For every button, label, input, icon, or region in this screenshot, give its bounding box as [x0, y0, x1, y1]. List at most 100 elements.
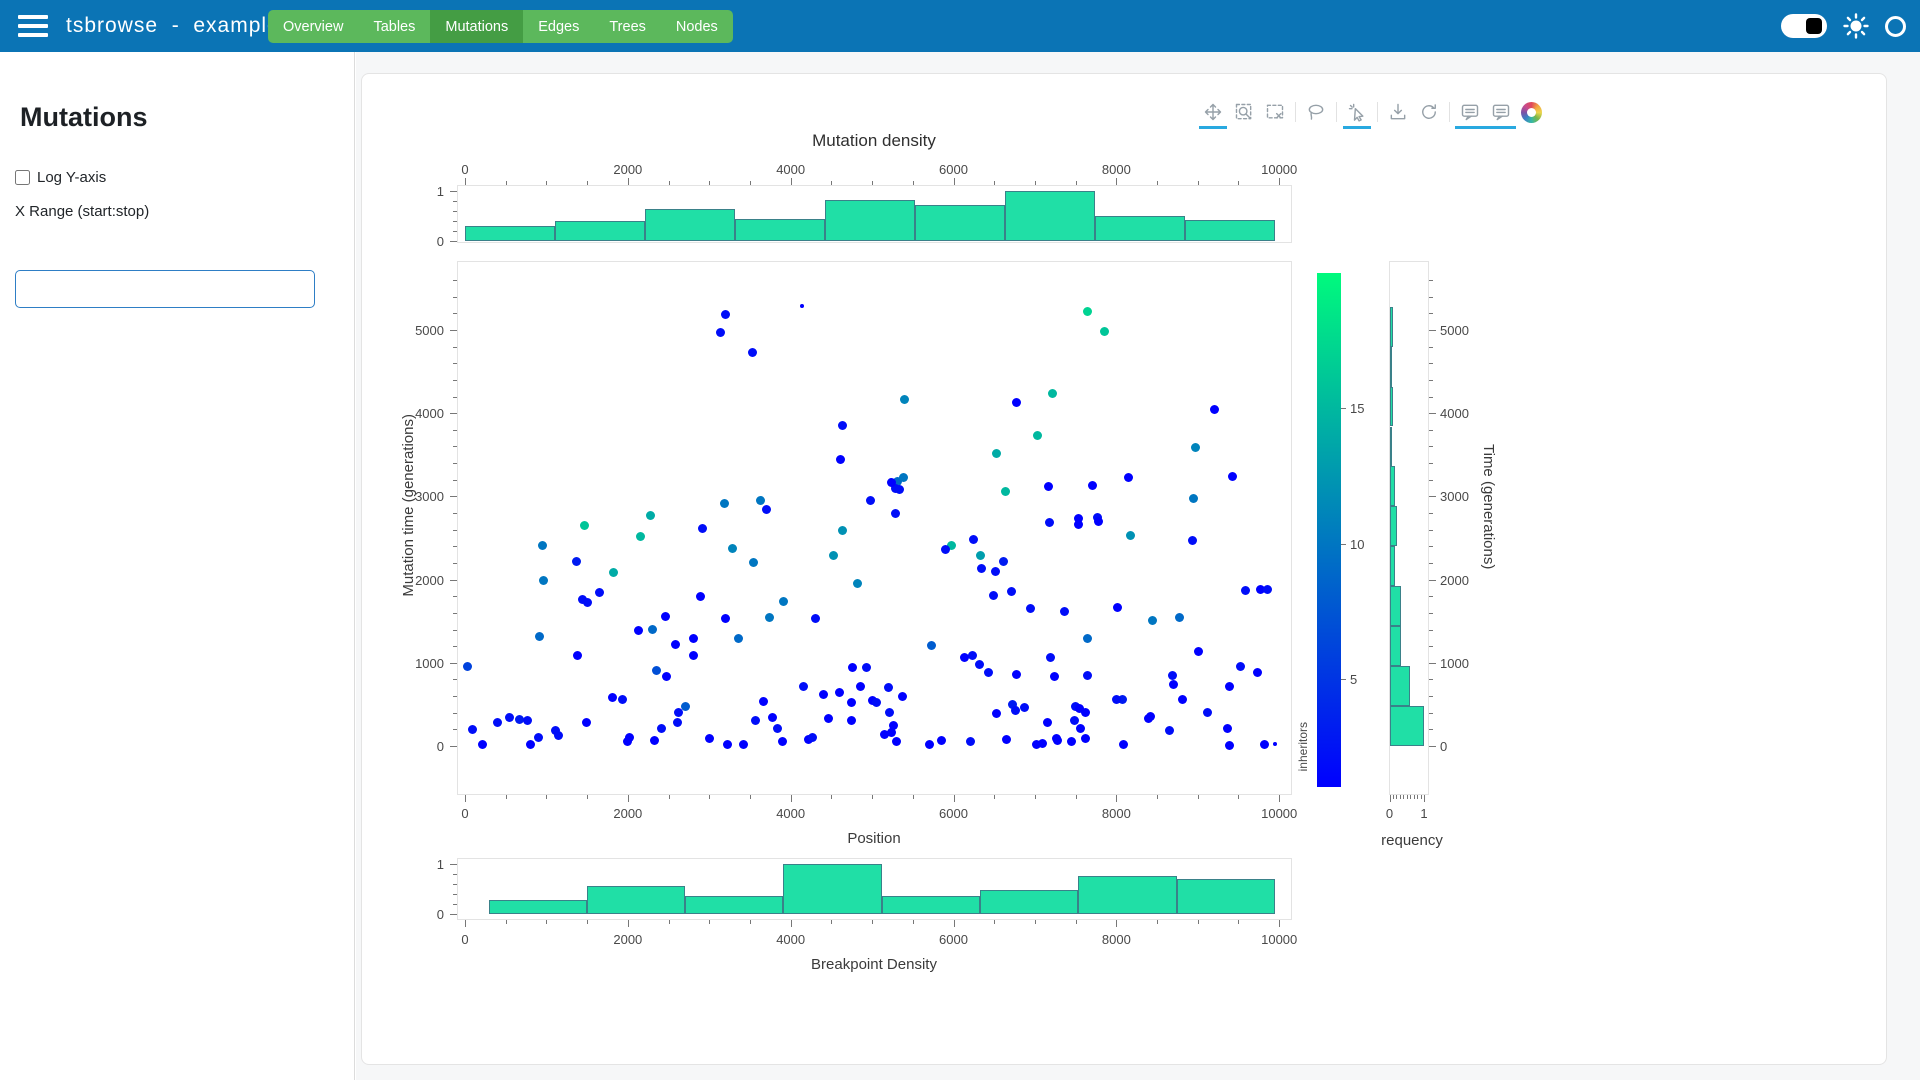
axis-tick-label: 10000	[1249, 162, 1309, 177]
hover-tool-icon[interactable]	[1459, 99, 1481, 125]
axis-tick	[954, 920, 955, 927]
axis-tick	[453, 463, 457, 464]
axis-tick	[1429, 630, 1433, 631]
axis-tick	[453, 221, 457, 222]
scatter-point	[505, 713, 514, 722]
axis-tick	[546, 795, 547, 799]
box-zoom-tool-icon[interactable]	[1233, 99, 1255, 125]
axis-tick	[450, 191, 457, 192]
tap-tool-icon[interactable]	[1346, 99, 1368, 125]
top-hist-bar	[825, 200, 915, 241]
lasso-select-tool-icon[interactable]	[1305, 99, 1327, 125]
axis-tick	[1429, 613, 1433, 614]
scatter-point	[1081, 734, 1090, 743]
axis-tick	[1279, 920, 1280, 927]
tab-nodes[interactable]: Nodes	[661, 10, 733, 43]
colorbar-title: inheritors	[1296, 722, 1310, 771]
axis-tick-label: 4000	[384, 406, 444, 421]
scatter-point	[595, 588, 604, 597]
axis-tick	[1410, 795, 1411, 799]
axis-tick	[831, 920, 832, 924]
axis-tick	[831, 181, 832, 185]
axis-tick	[1076, 181, 1077, 185]
scatter-point	[1225, 741, 1234, 750]
app-header: tsbrowse - example OverviewTablesMutatio…	[0, 0, 1920, 52]
bokeh-logo-icon[interactable]	[1521, 102, 1542, 123]
axis-tick-label: 1000	[1440, 656, 1500, 671]
scatter-x-axis-title: Position	[457, 830, 1291, 847]
axis-tick-label: 2000	[598, 162, 658, 177]
axis-tick	[453, 613, 457, 614]
axis-tick-label: 8000	[1086, 162, 1146, 177]
tab-mutations[interactable]: Mutations	[430, 10, 523, 43]
axis-tick	[1035, 920, 1036, 924]
axis-tick	[453, 884, 457, 885]
pan-tool-icon[interactable]	[1202, 99, 1224, 125]
scatter-point	[689, 634, 698, 643]
scatter-point	[657, 724, 666, 733]
top-hist-bar	[465, 226, 555, 241]
scatter-point	[1053, 736, 1062, 745]
axis-tick-label: 4000	[1440, 406, 1500, 421]
axis-tick-label: 4000	[761, 806, 821, 821]
axis-tick	[1429, 280, 1433, 281]
menu-icon[interactable]	[18, 15, 48, 37]
scatter-point	[835, 688, 844, 697]
axis-tick	[994, 181, 995, 185]
axis-tick	[453, 596, 457, 597]
scatter-point	[887, 478, 896, 487]
axis-tick	[954, 795, 955, 802]
top-hist-bar	[645, 209, 735, 242]
scatter-point	[773, 724, 782, 733]
right-hist-bar	[1390, 307, 1393, 347]
log-y-checkbox[interactable]	[15, 170, 30, 185]
scatter-point	[662, 672, 671, 681]
tab-edges[interactable]: Edges	[523, 10, 594, 43]
scatter-point	[539, 576, 548, 585]
axis-tick	[709, 920, 710, 924]
scatter-point	[646, 511, 655, 520]
axis-tick	[453, 563, 457, 564]
scatter-point	[580, 521, 589, 530]
scatter-point	[838, 526, 847, 535]
axis-tick	[450, 663, 457, 664]
axis-tick	[453, 211, 457, 212]
hover-tool-icon[interactable]	[1490, 99, 1512, 125]
axis-tick	[465, 920, 466, 927]
axis-tick	[913, 795, 914, 799]
scatter-point	[1165, 726, 1174, 735]
theme-toggle[interactable]	[1781, 14, 1827, 38]
light-mode-sun-icon[interactable]	[1843, 13, 1869, 39]
busy-indicator-icon	[1885, 16, 1906, 37]
log-y-axis-option[interactable]: Log Y-axis	[15, 169, 354, 186]
tab-overview[interactable]: Overview	[268, 10, 358, 43]
axis-tick	[1429, 480, 1433, 481]
axis-tick	[1429, 513, 1433, 514]
axis-tick	[1279, 178, 1280, 185]
right-hist-bar	[1390, 666, 1411, 706]
right-hist-bar	[1390, 706, 1425, 746]
scatter-point	[1012, 670, 1021, 679]
axis-tick-label: 4000	[761, 932, 821, 947]
scatter-point	[1241, 586, 1250, 595]
scatter-point	[573, 651, 582, 660]
axis-tick	[1429, 696, 1433, 697]
axis-tick-label: 0	[384, 739, 444, 754]
toolbar-separator	[1295, 102, 1296, 122]
bottom-hist-bar	[587, 886, 685, 915]
tab-trees[interactable]: Trees	[594, 10, 661, 43]
scatter-point	[652, 666, 661, 675]
scatter-point	[778, 737, 787, 746]
bottom-hist-bar	[882, 896, 980, 915]
axis-tick	[954, 178, 955, 185]
axis-tick-label: 10000	[1249, 932, 1309, 947]
axis-tick-label: 0	[384, 234, 444, 249]
box-select-tool-icon[interactable]	[1264, 99, 1286, 125]
save-tool-icon[interactable]	[1387, 99, 1409, 125]
tab-tables[interactable]: Tables	[358, 10, 430, 43]
reset-tool-icon[interactable]	[1418, 99, 1440, 125]
x-range-input[interactable]	[15, 270, 315, 308]
axis-tick	[453, 729, 457, 730]
axis-tick	[1429, 413, 1436, 414]
axis-tick	[1407, 795, 1408, 799]
